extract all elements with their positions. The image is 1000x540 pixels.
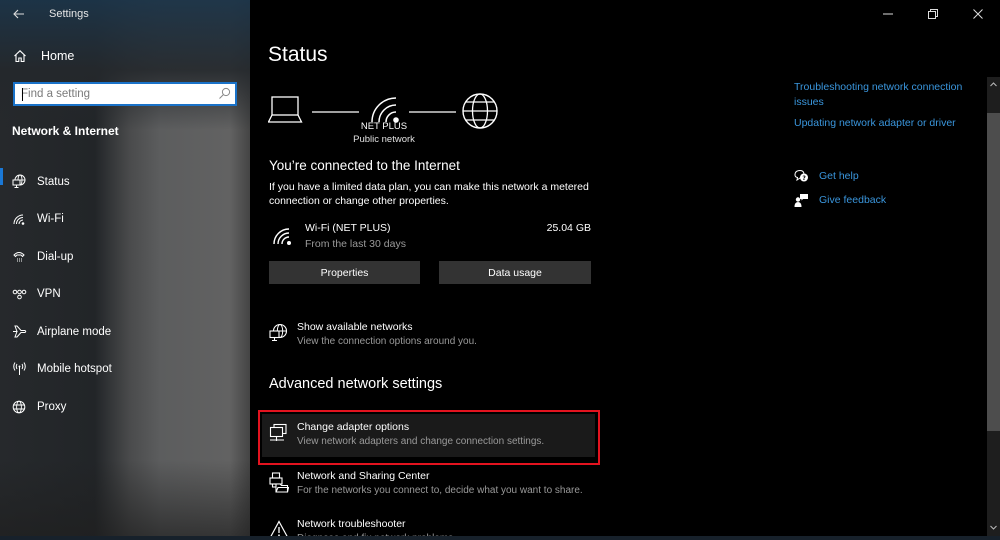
sidebar-item-label: VPN xyxy=(37,288,61,301)
back-arrow-icon xyxy=(13,9,24,19)
get-help-label: Get help xyxy=(819,170,859,182)
link-subtitle: View network adapters and change connect… xyxy=(297,436,545,447)
link-title: Network and Sharing Center xyxy=(297,470,430,482)
home-nav-item[interactable]: Home xyxy=(13,49,74,63)
text-caret xyxy=(22,88,23,101)
laptop-icon xyxy=(268,96,303,123)
feedback-icon xyxy=(794,194,808,207)
internet-globe-icon xyxy=(462,93,498,129)
give-feedback-label: Give feedback xyxy=(819,194,887,206)
wifi-icon xyxy=(10,210,28,228)
scrollbar-thumb[interactable] xyxy=(987,113,1000,431)
link-subtitle: For the networks you connect to, decide … xyxy=(297,485,583,496)
connection-heading: You’re connected to the Internet xyxy=(269,158,460,173)
network-adapter-icon xyxy=(269,423,287,441)
home-icon xyxy=(14,50,26,63)
help-chat-icon: ? xyxy=(794,169,808,182)
globe-monitor-icon xyxy=(269,323,288,342)
sidebar-item-mobile-hotspot[interactable]: Mobile hotspot xyxy=(0,351,250,389)
adapter-name: Wi-Fi (NET PLUS) xyxy=(305,222,391,234)
sidebar-item-label: Mobile hotspot xyxy=(37,363,112,376)
sharing-center-icon xyxy=(269,472,289,493)
airplane-icon xyxy=(10,323,28,341)
sidebar-item-wifi[interactable]: Wi-Fi xyxy=(0,201,250,239)
properties-button[interactable]: Properties xyxy=(269,261,420,284)
search-box[interactable] xyxy=(13,82,237,106)
sidebar-item-label: Proxy xyxy=(37,400,67,413)
link-title: Change adapter options xyxy=(297,421,410,433)
sidebar-nav: Status Wi-Fi Dial-up VPN Airplane mode M… xyxy=(0,163,250,426)
scroll-up-button[interactable] xyxy=(987,77,1000,91)
sidebar-item-label: Status xyxy=(37,175,70,188)
globe-icon xyxy=(10,398,28,416)
vertical-scrollbar[interactable] xyxy=(987,77,1000,540)
network-name: NET PLUS xyxy=(360,121,408,132)
taskbar-edge xyxy=(0,536,1000,540)
give-feedback-link[interactable]: Give feedback xyxy=(794,191,886,209)
minimize-button[interactable] xyxy=(865,0,910,28)
section-title: Network & Internet xyxy=(12,124,119,138)
sidebar: Settings Home Network & Internet Status … xyxy=(0,0,250,540)
restore-icon xyxy=(927,9,938,19)
link-subtitle: View the connection options around you. xyxy=(297,336,477,347)
network-sharing-center-link[interactable]: Network and Sharing Center For the netwo… xyxy=(269,470,609,500)
sidebar-item-airplane[interactable]: Airplane mode xyxy=(0,313,250,351)
sidebar-item-label: Dial-up xyxy=(37,250,74,263)
app-title: Settings xyxy=(49,8,89,20)
show-available-networks-link[interactable]: Show available networks View the connect… xyxy=(269,321,569,351)
connection-description: If you have a limited data plan, you can… xyxy=(269,181,589,207)
globe-monitor-icon xyxy=(10,173,28,191)
link-title: Network troubleshooter xyxy=(297,518,406,530)
search-input[interactable] xyxy=(15,88,205,100)
data-used: 25.04 GB xyxy=(546,222,591,234)
chevron-up-icon xyxy=(990,81,997,86)
related-settings: Troubleshooting network connection issue… xyxy=(794,80,984,207)
usage-period: From the last 30 days xyxy=(305,238,406,250)
close-icon xyxy=(972,9,983,19)
title-bar: Settings xyxy=(0,0,250,28)
updating-adapter-link[interactable]: Updating network adapter or driver xyxy=(794,116,984,131)
sidebar-item-proxy[interactable]: Proxy xyxy=(0,388,250,426)
minimize-icon xyxy=(882,13,893,15)
wifi-icon xyxy=(371,97,399,123)
home-label: Home xyxy=(41,49,75,63)
svg-text:?: ? xyxy=(802,175,806,182)
data-usage-button[interactable]: Data usage xyxy=(439,261,591,284)
sidebar-item-vpn[interactable]: VPN xyxy=(0,276,250,314)
restore-button[interactable] xyxy=(910,0,955,28)
close-button[interactable] xyxy=(955,0,1000,28)
wifi-icon xyxy=(273,228,291,245)
back-button[interactable] xyxy=(1,0,37,28)
vpn-icon xyxy=(10,285,28,303)
link-title: Show available networks xyxy=(297,321,413,333)
phone-icon xyxy=(10,248,28,266)
change-adapter-options-link[interactable]: Change adapter options View network adap… xyxy=(269,421,589,451)
sidebar-item-dialup[interactable]: Dial-up xyxy=(0,238,250,276)
advanced-settings-heading: Advanced network settings xyxy=(269,376,443,392)
page-title: Status xyxy=(268,43,328,66)
sidebar-item-status[interactable]: Status xyxy=(0,163,250,201)
scroll-down-button[interactable] xyxy=(987,520,1000,534)
sidebar-item-label: Airplane mode xyxy=(37,325,112,338)
chevron-down-icon xyxy=(990,525,997,530)
wifi-adapter-summary: Wi-Fi (NET PLUS) From the last 30 days 2… xyxy=(269,220,591,254)
network-type: Public network xyxy=(353,134,415,145)
get-help-link[interactable]: ? Get help xyxy=(794,167,859,185)
window-controls xyxy=(865,0,1000,28)
search-icon[interactable] xyxy=(218,87,231,100)
troubleshooting-link[interactable]: Troubleshooting network connection issue… xyxy=(794,80,979,110)
hotspot-icon xyxy=(10,360,28,378)
sidebar-item-label: Wi-Fi xyxy=(37,213,64,226)
main-content: Status NET PLUS Public network You’re co… xyxy=(250,0,1000,540)
